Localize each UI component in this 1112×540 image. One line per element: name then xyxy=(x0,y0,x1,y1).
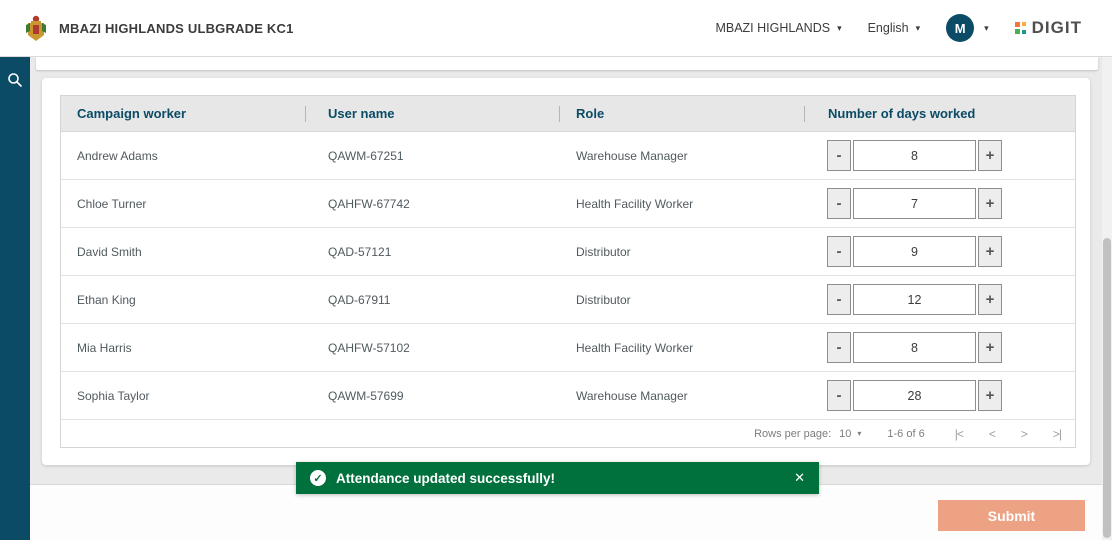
worker-role: Distributor xyxy=(559,276,804,323)
worker-username: QAHFW-67742 xyxy=(305,180,559,227)
days-stepper: - + xyxy=(827,380,1002,411)
page-scrollbar[interactable] xyxy=(1102,57,1112,540)
attendance-card: Campaign worker User name Role Number of… xyxy=(42,78,1090,465)
worker-name: Mia Harris xyxy=(61,324,305,371)
digit-logo-mark-icon xyxy=(1015,22,1028,35)
page-title: MBAZI HIGHLANDS ULBGRADE KC1 xyxy=(59,21,294,36)
worker-username: QAWM-57699 xyxy=(305,372,559,419)
user-menu[interactable]: M ▾ xyxy=(946,14,989,42)
scrolled-panel-edge xyxy=(36,57,1098,70)
worker-name: David Smith xyxy=(61,228,305,275)
worker-role: Distributor xyxy=(559,228,804,275)
toast-message: Attendance updated successfully! xyxy=(336,471,555,486)
tenant-dropdown[interactable]: MBAZI HIGHLANDS ▾ xyxy=(715,21,841,35)
search-icon xyxy=(7,72,23,88)
decrement-button[interactable]: - xyxy=(827,380,851,411)
column-header-days-worked: Number of days worked xyxy=(804,96,1075,131)
worker-username: QAHFW-57102 xyxy=(305,324,559,371)
days-input[interactable] xyxy=(853,380,976,411)
worker-name: Andrew Adams xyxy=(61,132,305,179)
pagination-range: 1-6 of 6 xyxy=(887,428,924,440)
state-emblem-logo xyxy=(25,14,47,42)
worker-name: Ethan King xyxy=(61,276,305,323)
digit-logo-text: DIGIT xyxy=(1032,18,1082,38)
days-input[interactable] xyxy=(853,236,976,267)
attendance-table: Campaign worker User name Role Number of… xyxy=(60,95,1076,448)
chevron-down-icon: ▾ xyxy=(916,24,921,33)
worker-role: Warehouse Manager xyxy=(559,372,804,419)
increment-button[interactable]: + xyxy=(978,140,1002,171)
rows-per-page-value: 10 xyxy=(839,428,851,440)
rows-per-page-select[interactable]: 10 ▾ xyxy=(839,428,861,440)
worker-name: Sophia Taylor xyxy=(61,372,305,419)
increment-button[interactable]: + xyxy=(978,380,1002,411)
top-bar-actions: MBAZI HIGHLANDS ▾ English ▾ M ▾ DIGIT xyxy=(715,0,1082,56)
language-dropdown-label: English xyxy=(868,21,909,35)
column-header-user-name: User name xyxy=(305,96,559,131)
days-stepper: - + xyxy=(827,140,1002,171)
chevron-down-icon: ▾ xyxy=(837,24,842,33)
table-header-row: Campaign worker User name Role Number of… xyxy=(61,96,1075,132)
days-input[interactable] xyxy=(853,188,976,219)
worker-role: Health Facility Worker xyxy=(559,324,804,371)
success-toast: ✓ Attendance updated successfully! ✕ xyxy=(296,462,819,494)
close-icon[interactable]: ✕ xyxy=(794,470,805,486)
days-input[interactable] xyxy=(853,284,976,315)
sidebar-search-button[interactable] xyxy=(0,63,30,97)
days-stepper: - + xyxy=(827,332,1002,363)
worker-name: Chloe Turner xyxy=(61,180,305,227)
submit-button[interactable]: Submit xyxy=(938,500,1085,531)
column-header-campaign-worker: Campaign worker xyxy=(61,96,305,131)
table-row: David Smith QAD-57121 Distributor - + xyxy=(61,228,1075,276)
top-bar: MBAZI HIGHLANDS ULBGRADE KC1 MBAZI HIGHL… xyxy=(0,0,1112,57)
chevron-down-icon: ▾ xyxy=(984,24,989,33)
previous-page-icon[interactable]: < xyxy=(989,427,995,441)
decrement-button[interactable]: - xyxy=(827,236,851,267)
increment-button[interactable]: + xyxy=(978,188,1002,219)
first-page-icon[interactable]: |< xyxy=(955,427,963,441)
last-page-icon[interactable]: >| xyxy=(1053,427,1061,441)
language-dropdown[interactable]: English ▾ xyxy=(868,21,921,35)
table-row: Sophia Taylor QAWM-57699 Warehouse Manag… xyxy=(61,372,1075,420)
pagination-controls: |< < > >| xyxy=(955,427,1061,441)
table-row: Mia Harris QAHFW-57102 Health Facility W… xyxy=(61,324,1075,372)
worker-username: QAD-67911 xyxy=(305,276,559,323)
days-input[interactable] xyxy=(853,332,976,363)
worker-username: QAWM-67251 xyxy=(305,132,559,179)
days-stepper: - + xyxy=(827,236,1002,267)
decrement-button[interactable]: - xyxy=(827,188,851,219)
worker-username: QAD-57121 xyxy=(305,228,559,275)
days-input[interactable] xyxy=(853,140,976,171)
table-row: Chloe Turner QAHFW-67742 Health Facility… xyxy=(61,180,1075,228)
increment-button[interactable]: + xyxy=(978,236,1002,267)
next-page-icon[interactable]: > xyxy=(1021,427,1027,441)
increment-button[interactable]: + xyxy=(978,284,1002,315)
worker-role: Warehouse Manager xyxy=(559,132,804,179)
days-stepper: - + xyxy=(827,284,1002,315)
check-circle-icon: ✓ xyxy=(310,470,326,486)
worker-role: Health Facility Worker xyxy=(559,180,804,227)
increment-button[interactable]: + xyxy=(978,332,1002,363)
tenant-dropdown-label: MBAZI HIGHLANDS xyxy=(715,21,830,35)
avatar[interactable]: M xyxy=(946,14,974,42)
column-header-role: Role xyxy=(559,96,804,131)
table-pagination: Rows per page: 10 ▾ 1-6 of 6 |< < > >| xyxy=(61,420,1075,448)
rows-per-page-label: Rows per page: xyxy=(754,428,831,440)
table-row: Ethan King QAD-67911 Distributor - + xyxy=(61,276,1075,324)
decrement-button[interactable]: - xyxy=(827,332,851,363)
digit-logo: DIGIT xyxy=(1015,18,1082,38)
attendance-page: MBAZI HIGHLANDS ULBGRADE KC1 MBAZI HIGHL… xyxy=(0,0,1112,540)
sidebar xyxy=(0,57,30,540)
decrement-button[interactable]: - xyxy=(827,140,851,171)
scrollbar-thumb[interactable] xyxy=(1103,238,1111,538)
decrement-button[interactable]: - xyxy=(827,284,851,315)
chevron-down-icon: ▾ xyxy=(857,430,861,438)
days-stepper: - + xyxy=(827,188,1002,219)
table-row: Andrew Adams QAWM-67251 Warehouse Manage… xyxy=(61,132,1075,180)
